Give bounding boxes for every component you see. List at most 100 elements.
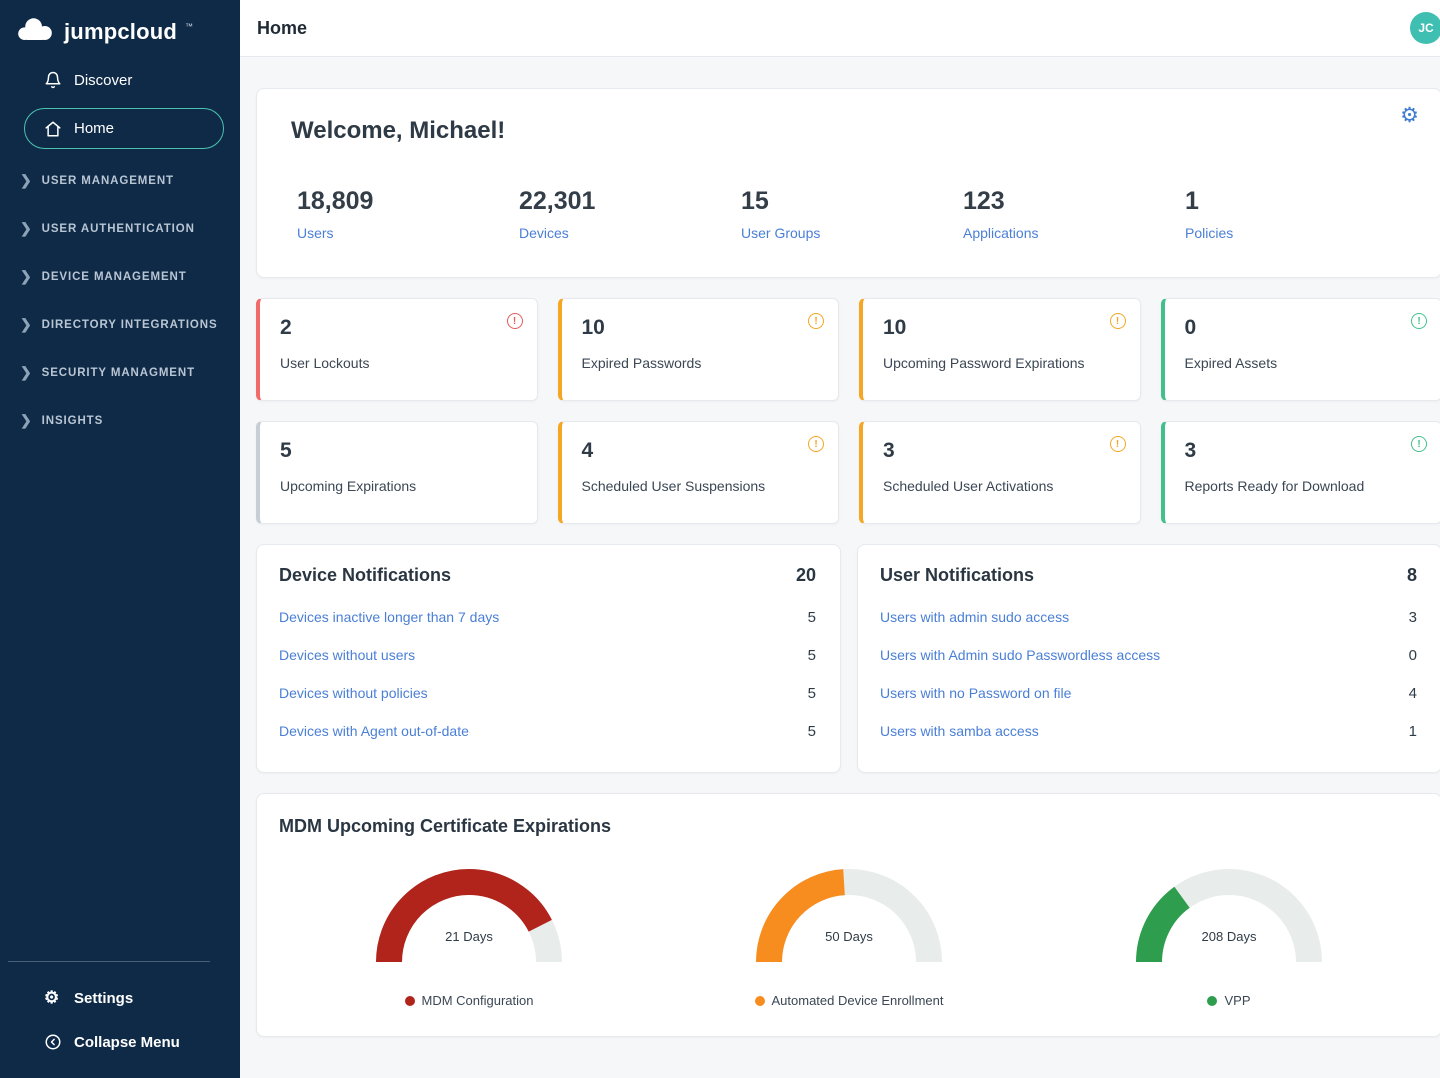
alert-circle-icon: ! xyxy=(808,436,824,452)
stat-link[interactable]: Applications xyxy=(963,225,1185,241)
panel-title: User Notifications xyxy=(880,565,1034,586)
gauge-legend: Automated Device Enrollment xyxy=(755,993,944,1008)
stat-link[interactable]: Devices xyxy=(519,225,741,241)
stat-users: 18,809 Users xyxy=(297,187,519,241)
notification-link[interactable]: Devices inactive longer than 7 days xyxy=(279,609,499,625)
page-title: Home xyxy=(257,18,307,39)
gauge-legend: VPP xyxy=(1207,993,1250,1008)
gauge-days-label: 50 Days xyxy=(754,929,944,944)
card-user-lockouts[interactable]: 2 User Lockouts ! xyxy=(256,298,538,401)
notification-count: 3 xyxy=(1409,609,1417,626)
sidebar-item-directory-integrations[interactable]: ❯ DIRECTORY INTEGRATIONS xyxy=(0,301,240,349)
logo-trademark: ™ xyxy=(185,22,193,31)
card-value: 0 xyxy=(1185,316,1422,340)
logo-text: jumpcloud xyxy=(64,19,177,45)
notification-link[interactable]: Users with no Password on file xyxy=(880,685,1071,701)
card-reports-ready[interactable]: 3 Reports Ready for Download ! xyxy=(1161,421,1440,524)
legend-dot-icon xyxy=(755,996,765,1006)
stat-devices: 22,301 Devices xyxy=(519,187,741,241)
notification-link[interactable]: Users with samba access xyxy=(880,723,1039,739)
stat-link[interactable]: Users xyxy=(297,225,519,241)
chevron-right-icon: ❯ xyxy=(20,413,33,427)
sidebar-item-discover[interactable]: Discover xyxy=(0,58,240,102)
panel-total: 8 xyxy=(1407,565,1417,586)
notification-link[interactable]: Devices without users xyxy=(279,647,415,663)
card-upcoming-password-expirations[interactable]: 10 Upcoming Password Expirations ! xyxy=(859,298,1141,401)
stat-link[interactable]: Policies xyxy=(1185,225,1407,241)
card-expired-passwords[interactable]: 10 Expired Passwords ! xyxy=(558,298,840,401)
sidebar-item-label: Home xyxy=(74,120,114,137)
gauge-chart xyxy=(374,867,564,967)
top-bar: Home JC xyxy=(240,0,1440,57)
gauge-days-label: 208 Days xyxy=(1134,929,1324,944)
legend-label: MDM Configuration xyxy=(422,993,534,1008)
card-label: Scheduled User Activations xyxy=(883,478,1120,494)
gauge-vpp: 208 Days VPP xyxy=(1134,867,1324,1008)
sidebar-section-label: INSIGHTS xyxy=(42,415,104,427)
stat-user-groups: 15 User Groups xyxy=(741,187,963,241)
card-label: Upcoming Password Expirations xyxy=(883,355,1120,371)
sidebar-section-label: SECURITY MANAGMENT xyxy=(42,367,195,379)
chevron-right-icon: ❯ xyxy=(20,173,33,187)
alert-circle-icon: ! xyxy=(808,313,824,329)
main-area: Home JC Welcome, Michael! ⚙ 18,809 Users… xyxy=(240,0,1440,1078)
card-scheduled-user-suspensions[interactable]: 4 Scheduled User Suspensions ! xyxy=(558,421,840,524)
stat-applications: 123 Applications xyxy=(963,187,1185,241)
stat-policies: 1 Policies xyxy=(1185,187,1407,241)
sidebar-item-home[interactable]: Home xyxy=(24,108,224,149)
notification-link[interactable]: Devices with Agent out-of-date xyxy=(279,723,469,739)
card-value: 10 xyxy=(883,316,1120,340)
chevron-right-icon: ❯ xyxy=(20,365,33,379)
legend-dot-icon xyxy=(1207,996,1217,1006)
sidebar-item-user-management[interactable]: ❯ USER MANAGEMENT xyxy=(0,157,240,205)
notification-count: 1 xyxy=(1409,723,1417,740)
list-item: Users with samba access 1 xyxy=(880,712,1417,750)
stat-value: 123 xyxy=(963,187,1185,216)
notification-count: 5 xyxy=(808,723,816,740)
card-value: 5 xyxy=(280,439,517,463)
list-item: Devices without users 5 xyxy=(279,636,816,674)
gauge-row: 21 Days MDM Configuration xyxy=(279,867,1419,1008)
sidebar-item-security-management[interactable]: ❯ SECURITY MANAGMENT xyxy=(0,349,240,397)
avatar[interactable]: JC xyxy=(1410,12,1440,44)
welcome-settings-gear-icon[interactable]: ⚙ xyxy=(1400,103,1419,128)
notification-link[interactable]: Users with Admin sudo Passwordless acces… xyxy=(880,647,1160,663)
notification-count: 5 xyxy=(808,685,816,702)
sidebar-section-label: USER AUTHENTICATION xyxy=(42,223,195,235)
sidebar-item-device-management[interactable]: ❯ DEVICE MANAGEMENT xyxy=(0,253,240,301)
sidebar-item-user-authentication[interactable]: ❯ USER AUTHENTICATION xyxy=(0,205,240,253)
sidebar-footer: ⚙ Settings Collapse Menu xyxy=(0,961,240,1078)
card-expired-assets[interactable]: 0 Expired Assets ! xyxy=(1161,298,1440,401)
gauge-days-label: 21 Days xyxy=(374,929,564,944)
sidebar-section-label: DEVICE MANAGEMENT xyxy=(42,271,187,283)
notification-link[interactable]: Devices without policies xyxy=(279,685,428,701)
alert-circle-icon: ! xyxy=(507,313,523,329)
app-root: jumpcloud ™ Discover Home ❯ U xyxy=(0,0,1440,1078)
notification-link[interactable]: Users with admin sudo access xyxy=(880,609,1069,625)
stat-value: 18,809 xyxy=(297,187,519,216)
card-value: 4 xyxy=(582,439,819,463)
collapse-menu-button[interactable]: Collapse Menu xyxy=(0,1020,240,1064)
gauge-chart xyxy=(754,867,944,967)
stat-link[interactable]: User Groups xyxy=(741,225,963,241)
list-item: Users with no Password on file 4 xyxy=(880,674,1417,712)
bell-icon xyxy=(44,71,62,89)
notification-count: 5 xyxy=(808,609,816,626)
sidebar-item-settings[interactable]: ⚙ Settings xyxy=(0,976,240,1020)
stat-value: 22,301 xyxy=(519,187,741,216)
jumpcloud-logo[interactable]: jumpcloud ™ xyxy=(0,0,240,58)
card-label: User Lockouts xyxy=(280,355,517,371)
gauge-automated-device-enrollment: 50 Days Automated Device Enrollment xyxy=(754,867,944,1008)
card-upcoming-expirations[interactable]: 5 Upcoming Expirations xyxy=(256,421,538,524)
list-item: Devices with Agent out-of-date 5 xyxy=(279,712,816,750)
card-label: Upcoming Expirations xyxy=(280,478,517,494)
gauge-mdm-configuration: 21 Days MDM Configuration xyxy=(374,867,564,1008)
sidebar-item-insights[interactable]: ❯ INSIGHTS xyxy=(0,397,240,445)
alert-circle-icon: ! xyxy=(1110,436,1126,452)
legend-label: VPP xyxy=(1224,993,1250,1008)
notifications-row: Device Notifications 20 Devices inactive… xyxy=(256,544,1440,773)
card-scheduled-user-activations[interactable]: 3 Scheduled User Activations ! xyxy=(859,421,1141,524)
notification-count: 5 xyxy=(808,647,816,664)
card-value: 3 xyxy=(883,439,1120,463)
list-item: Users with admin sudo access 3 xyxy=(880,598,1417,636)
